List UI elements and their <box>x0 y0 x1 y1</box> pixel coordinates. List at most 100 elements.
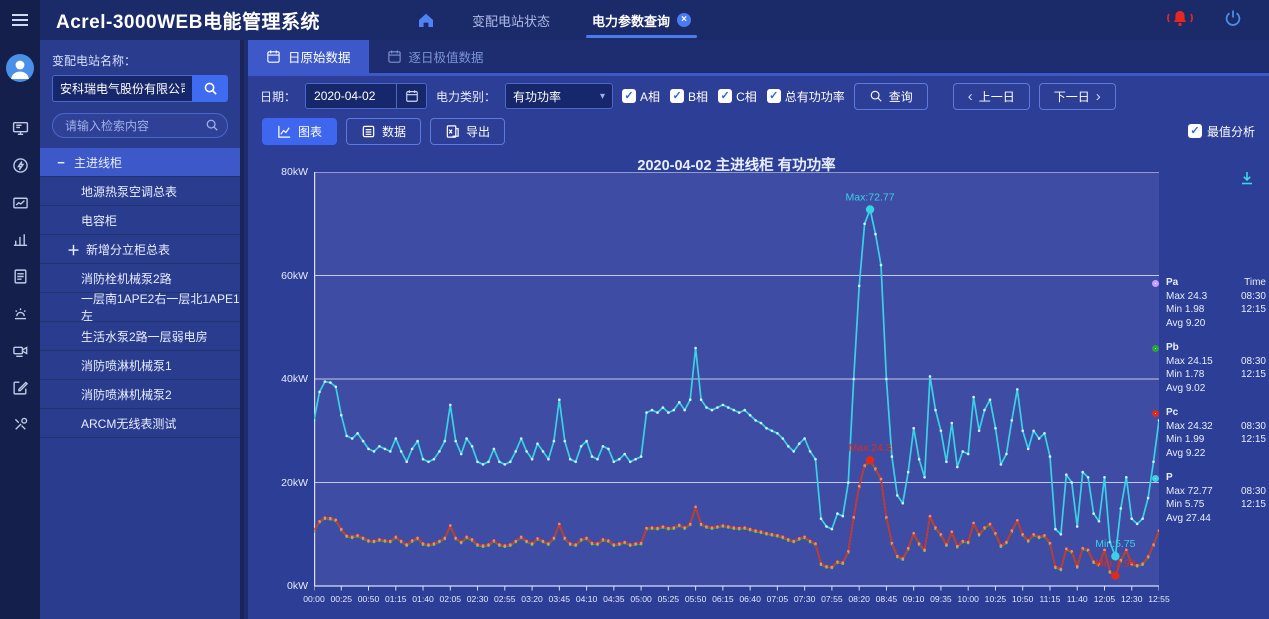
tree-item[interactable]: 电容柜 <box>40 206 240 235</box>
download-chart-icon[interactable] <box>1239 170 1255 191</box>
calendar-picker-icon[interactable] <box>397 83 427 109</box>
legend-time: 12:15 <box>1241 498 1266 512</box>
filter-row: 日期： 电力类别： 有功功率 ▾ ✓A相✓B相✓C相✓总有功功率 查询 <box>248 76 1269 112</box>
station-search-button[interactable] <box>192 75 228 102</box>
chart-legend: PaTimeMax 24.308:30Min 1.9812:15Avg 9.20… <box>1154 276 1266 536</box>
chart-view-button[interactable]: 图表 <box>262 118 337 145</box>
legend-time: 08:30 <box>1241 420 1266 434</box>
search-icon <box>203 81 218 96</box>
legend-dot-icon <box>1152 475 1159 482</box>
legend-time: 12:15 <box>1241 368 1266 382</box>
date-input[interactable] <box>305 83 397 109</box>
legend-group-Pa[interactable]: PaTimeMax 24.308:30Min 1.9812:15Avg 9.20 <box>1154 276 1266 330</box>
legend-text: Pc <box>1166 406 1178 420</box>
legend-group-P[interactable]: PMax 72.7708:30Min 5.7512:15Avg 27.44 <box>1154 471 1266 525</box>
station-name-input[interactable] <box>52 75 192 102</box>
app-window: Acrel-3000WEB电能管理系统 变配电站状态 电力参数查询 × <box>0 0 1269 619</box>
data-view-button[interactable]: 数据 <box>346 118 421 145</box>
extreme-analysis-label: 最值分析 <box>1207 123 1255 140</box>
tab-daily-raw-data[interactable]: 日原始数据 <box>248 40 369 73</box>
selected-category: 有功功率 <box>513 88 561 105</box>
alarm-light-icon[interactable] <box>8 301 32 325</box>
phase-checkbox[interactable]: ✓总有功功率 <box>767 88 845 105</box>
home-icon[interactable] <box>416 10 436 30</box>
export-button[interactable]: 导出 <box>430 118 505 145</box>
tree-item-label: 主进线柜 <box>74 154 122 171</box>
legend-text: Avg 9.02 <box>1166 382 1205 396</box>
close-tab-icon[interactable]: × <box>677 13 691 27</box>
main-content: 日原始数据 逐日极值数据 日期： 电力类别： 有功功率 ▾ <box>248 40 1269 619</box>
phase-checkbox[interactable]: ✓B相 <box>670 88 708 105</box>
chevron-down-icon: ▾ <box>600 91 605 102</box>
tab-substation-status[interactable]: 变配电站状态 <box>470 0 552 40</box>
monitor-icon[interactable] <box>8 116 32 140</box>
report-icon[interactable] <box>8 264 32 288</box>
extreme-analysis-checkbox[interactable]: ✓ 最值分析 <box>1188 123 1255 140</box>
previous-day-label: 上一日 <box>979 88 1015 105</box>
alarm-bell-icon[interactable] <box>1165 8 1195 33</box>
phase-checkbox[interactable]: ✓A相 <box>622 88 660 105</box>
tree-item[interactable]: 消防喷淋机械泵1 <box>40 351 240 380</box>
chart-view-label: 图表 <box>298 123 322 140</box>
menu-toggle-icon[interactable] <box>0 0 40 40</box>
plus-icon[interactable]: ＋ <box>67 240 79 259</box>
x-axis-tick-label: 12:55 <box>1139 594 1179 604</box>
tree-filter-input[interactable] <box>52 113 228 138</box>
calendar-month-icon <box>387 49 402 64</box>
rail-icon-list <box>8 116 32 436</box>
phase-checkbox-label: C相 <box>736 88 757 105</box>
legend-time: 08:30 <box>1241 290 1266 304</box>
tree-item-label: 一层南1APE2右一层北1APE1左 <box>81 290 240 324</box>
tree-item[interactable]: 消防栓机械泵2路 <box>40 264 240 293</box>
date-label: 日期： <box>260 88 296 105</box>
tab-daily-extreme-data[interactable]: 逐日极值数据 <box>369 40 502 73</box>
legend-text: Avg 9.22 <box>1166 447 1205 461</box>
tab-power-parameter-query[interactable]: 电力参数查询 × <box>590 0 693 40</box>
tree-item[interactable]: 一层南1APE2右一层北1APE1左 <box>40 293 240 322</box>
camera-icon[interactable] <box>8 338 32 362</box>
tree-item-label: 生活水泵2路一层弱电房 <box>81 328 208 345</box>
legend-time: 08:30 <box>1241 355 1266 369</box>
minus-icon[interactable]: − <box>55 155 67 170</box>
tab-label: 电力参数查询 <box>592 11 670 30</box>
tree-item[interactable]: 生活水泵2路一层弱电房 <box>40 322 240 351</box>
y-axis-tick-label: 20kW <box>260 477 308 489</box>
legend-text: Pb <box>1166 341 1179 355</box>
energy-circle-icon[interactable] <box>8 153 32 177</box>
tools-icon[interactable] <box>8 412 32 436</box>
tree-item[interactable]: 消防喷淋机械泵2 <box>40 380 240 409</box>
svg-text:Max:24.3: Max:24.3 <box>848 442 891 454</box>
next-day-label: 下一日 <box>1054 88 1090 105</box>
data-view-label: 数据 <box>382 123 406 140</box>
bar-chart-icon[interactable] <box>8 227 32 251</box>
legend-group-Pb[interactable]: PbMax 24.1508:30Min 1.7812:15Avg 9.02 <box>1154 341 1266 395</box>
user-avatar[interactable] <box>6 54 34 82</box>
power-category-select[interactable]: 有功功率 ▾ <box>505 83 613 109</box>
y-axis-tick-label: 40kW <box>260 373 308 385</box>
top-bar: Acrel-3000WEB电能管理系统 变配电站状态 电力参数查询 × <box>40 0 1269 40</box>
legend-group-Pc[interactable]: PcMax 24.3208:30Min 1.9912:15Avg 9.22 <box>1154 406 1266 460</box>
topbar-actions <box>1165 8 1269 33</box>
tree-item[interactable]: ARCM无线表测试 <box>40 409 240 438</box>
tree-item[interactable]: 地源热泵空调总表 <box>40 177 240 206</box>
legend-text: Pa <box>1166 276 1178 290</box>
chevron-left-icon: ‹ <box>968 89 973 104</box>
checkbox-check-icon: ✓ <box>767 89 781 103</box>
previous-day-button[interactable]: ‹ 上一日 <box>953 83 1030 110</box>
tree-item[interactable]: ＋新增分立柜总表 <box>40 235 240 264</box>
search-icon <box>205 118 219 137</box>
power-line-chart[interactable]: Max:72.77Max:24.3Min:5.75Min:1.99 <box>314 172 1159 592</box>
power-icon[interactable] <box>1223 8 1243 33</box>
svg-text:Min:1.99: Min:1.99 <box>1095 558 1135 570</box>
phase-checkbox[interactable]: ✓C相 <box>718 88 757 105</box>
edit-icon[interactable] <box>8 375 32 399</box>
legend-time: Time <box>1244 276 1266 290</box>
archive-chart-icon[interactable] <box>8 190 32 214</box>
checkbox-check-icon: ✓ <box>622 89 636 103</box>
tree-item[interactable]: −主进线柜 <box>40 148 240 177</box>
line-chart-icon <box>277 124 292 139</box>
tab-label: 逐日极值数据 <box>409 47 484 66</box>
station-sidebar: 变配电站名称： −主进线柜地源热泵空调总表电容柜＋新增分立柜总表消防栓机械泵2路… <box>40 40 244 619</box>
next-day-button[interactable]: 下一日 › <box>1039 83 1116 110</box>
query-button[interactable]: 查询 <box>854 83 928 110</box>
